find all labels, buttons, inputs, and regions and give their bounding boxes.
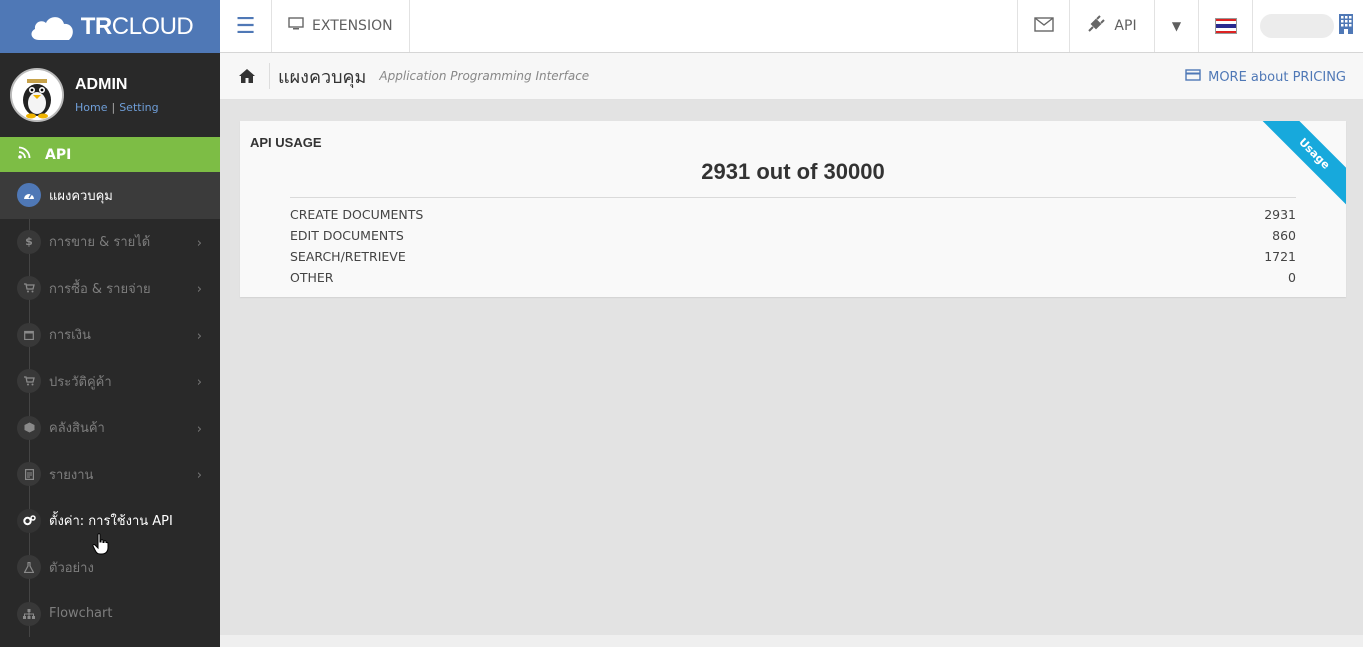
sidebar-item-label: การเงิน bbox=[49, 328, 91, 344]
usage-row-value: 860 bbox=[1272, 228, 1296, 243]
home-link[interactable]: Home bbox=[75, 101, 107, 114]
top-bar: TRCLOUD ☰ EXTENSION API ▼ bbox=[0, 0, 1363, 53]
user-name: ADMIN bbox=[75, 76, 128, 93]
sidebar-item-9[interactable]: Flowchart bbox=[0, 591, 220, 638]
sidebar-item-6[interactable]: รายงาน › bbox=[0, 451, 220, 498]
sidebar-item-label: แผงควบคุม bbox=[49, 188, 113, 204]
sitemap-icon bbox=[17, 601, 41, 626]
sidebar-item-label: ประวัติคู่ค้า bbox=[49, 374, 112, 390]
pricing-link-label: MORE about PRICING bbox=[1208, 69, 1346, 85]
sidebar-item-label: การซื้อ & รายจ่าย bbox=[49, 281, 151, 297]
sidebar-item-label: Flowchart bbox=[49, 606, 113, 622]
credit-card-icon bbox=[1185, 69, 1201, 85]
usage-row-label: SEARCH/RETRIEVE bbox=[290, 249, 406, 264]
dashboard-icon bbox=[17, 183, 41, 208]
hamburger-icon: ☰ bbox=[235, 13, 256, 39]
sidebar-item-label: รายงาน bbox=[49, 467, 94, 483]
chevron-right-icon: › bbox=[196, 468, 202, 483]
sidebar-item-1[interactable]: $ การขาย & รายได้ › bbox=[0, 219, 220, 266]
divider bbox=[290, 197, 1296, 198]
menu-toggle-button[interactable]: ☰ bbox=[220, 0, 272, 52]
logo[interactable]: TRCLOUD bbox=[0, 0, 220, 53]
topbar-spacer bbox=[410, 0, 1018, 52]
extension-label: EXTENSION bbox=[312, 18, 393, 34]
sidebar-item-2[interactable]: การซื้อ & รายจ่าย › bbox=[0, 265, 220, 312]
usage-row-value: 0 bbox=[1288, 270, 1296, 285]
company-selector[interactable] bbox=[1253, 0, 1363, 52]
chevron-right-icon: › bbox=[196, 421, 202, 437]
breadcrumb: แผงควบคุม Application Programming Interf… bbox=[220, 53, 1363, 100]
company-name-pill bbox=[1260, 14, 1334, 38]
hand-cursor-icon bbox=[92, 533, 110, 560]
pricing-link[interactable]: MORE about PRICING bbox=[1185, 69, 1346, 85]
mail-button[interactable] bbox=[1018, 0, 1070, 52]
sidebar-item-8[interactable]: ตัวอย่าง bbox=[0, 544, 220, 591]
page-title: แผงควบคุม bbox=[278, 66, 367, 88]
usage-row-label: OTHER bbox=[290, 270, 334, 285]
sidebar-item-label: คลังสินค้า bbox=[49, 421, 105, 437]
sidebar-nav: แผงควบคุม $ การขาย & รายได้ › การซื้อ & รายจ… bbox=[0, 172, 220, 637]
api-section-label: API bbox=[45, 146, 72, 163]
footer-strip bbox=[220, 635, 1363, 647]
chevron-right-icon: › bbox=[196, 375, 202, 390]
usage-row: EDIT DOCUMENTS 860 bbox=[290, 225, 1296, 246]
sidebar-item-0[interactable]: แผงควบคุม bbox=[0, 172, 220, 219]
sidebar-item-5[interactable]: คลังสินค้า › bbox=[0, 405, 220, 452]
usage-row: CREATE DOCUMENTS 2931 bbox=[290, 204, 1296, 225]
usage-row-value: 1721 bbox=[1264, 249, 1296, 264]
sidebar-item-7[interactable]: ตั้งค่า: การใช้งาน API bbox=[0, 498, 220, 545]
cloud-icon bbox=[27, 12, 77, 42]
chevron-right-icon: › bbox=[196, 235, 202, 251]
usage-row-label: CREATE DOCUMENTS bbox=[290, 207, 424, 222]
brand-name: TRCLOUD bbox=[80, 12, 194, 40]
building-icon bbox=[1338, 13, 1354, 40]
calendar-icon bbox=[17, 322, 41, 347]
sidebar-item-label: ตัวอย่าง bbox=[49, 560, 94, 576]
sidebar-item-label: ตั้งค่า: การใช้งาน API bbox=[49, 514, 173, 530]
usage-row: SEARCH/RETRIEVE 1721 bbox=[290, 246, 1296, 267]
usage-summary: 2931 out of 30000 bbox=[701, 159, 885, 184]
report-icon bbox=[17, 462, 41, 487]
cart-icon bbox=[17, 369, 41, 394]
avatar[interactable] bbox=[10, 68, 64, 122]
language-button[interactable] bbox=[1199, 0, 1253, 52]
card-title: API USAGE bbox=[250, 135, 322, 150]
api-label: API bbox=[1114, 18, 1137, 34]
rss-icon bbox=[18, 146, 31, 163]
api-usage-card: API USAGE 2931 out of 30000 CREATE DOCUM… bbox=[240, 121, 1346, 297]
sidebar-item-4[interactable]: ประวัติคู่ค้า › bbox=[0, 358, 220, 405]
flask-icon bbox=[17, 555, 41, 580]
extension-button[interactable]: EXTENSION bbox=[272, 0, 410, 52]
plug-icon bbox=[1087, 15, 1106, 37]
sidebar-item-3[interactable]: การเงิน › bbox=[0, 312, 220, 359]
usage-row-label: EDIT DOCUMENTS bbox=[290, 228, 404, 243]
api-button[interactable]: API bbox=[1070, 0, 1155, 52]
user-profile: ADMIN Home | Setting bbox=[0, 53, 220, 137]
cart-icon bbox=[17, 276, 41, 301]
dollar-icon: $ bbox=[17, 229, 41, 254]
dropdown-button[interactable]: ▼ bbox=[1155, 0, 1199, 52]
sidebar-item-label: การขาย & รายได้ bbox=[49, 235, 151, 251]
setting-link[interactable]: Setting bbox=[119, 101, 158, 114]
envelope-icon bbox=[1033, 16, 1054, 37]
usage-list: CREATE DOCUMENTS 2931 EDIT DOCUMENTS 860 SEA… bbox=[290, 204, 1296, 288]
api-section-header[interactable]: API bbox=[0, 137, 220, 172]
home-icon[interactable] bbox=[220, 63, 270, 89]
chevron-right-icon: › bbox=[196, 282, 202, 297]
chevron-right-icon: › bbox=[196, 328, 202, 344]
sidebar: ADMIN Home | Setting API แผงควบคุม $ การขาย … bbox=[0, 53, 220, 647]
link-separator: | bbox=[111, 101, 116, 114]
caret-down-icon: ▼ bbox=[1171, 19, 1182, 33]
monitor-icon bbox=[288, 17, 304, 35]
thailand-flag-icon bbox=[1214, 18, 1237, 34]
page-subtitle: Application Programming Interface bbox=[379, 69, 590, 83]
box-icon bbox=[17, 415, 41, 440]
usage-row-value: 2931 bbox=[1264, 207, 1296, 222]
main-content: API USAGE 2931 out of 30000 CREATE DOCUM… bbox=[220, 100, 1363, 635]
gears-icon bbox=[17, 508, 41, 533]
usage-row: OTHER 0 bbox=[290, 267, 1296, 288]
